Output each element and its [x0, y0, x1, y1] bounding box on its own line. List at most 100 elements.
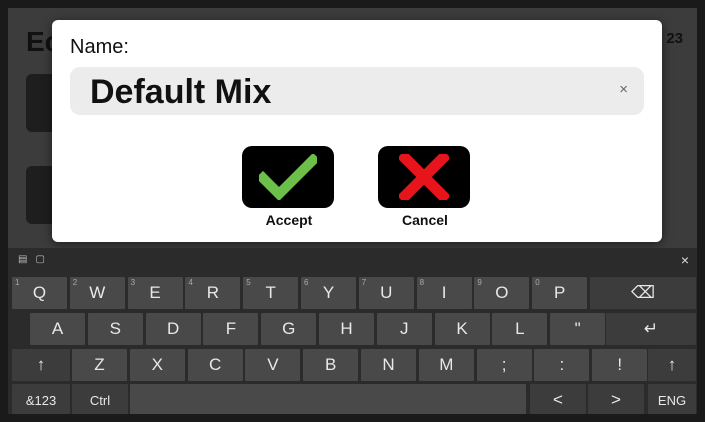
shift-right-key[interactable]: ↑ — [648, 349, 696, 381]
key[interactable]: " — [550, 313, 606, 345]
key[interactable]: T5 — [243, 277, 299, 309]
key-label: B — [325, 355, 337, 374]
key-label: R — [206, 283, 220, 302]
key-label: U — [380, 283, 393, 302]
key[interactable]: L — [492, 313, 548, 345]
keyboard-toolbar: ▤ ▢ — [18, 254, 45, 265]
key[interactable]: U7 — [358, 277, 414, 309]
key[interactable]: P0 — [532, 277, 588, 309]
key[interactable]: J — [376, 313, 432, 345]
name-label: Name: — [70, 36, 129, 58]
enter-key[interactable]: ↵ — [606, 313, 696, 345]
key-hint: 6 — [304, 278, 309, 287]
key-label: E — [149, 283, 161, 302]
key-label: C — [208, 355, 222, 374]
key[interactable]: R4 — [185, 277, 241, 309]
cancel-label: Cancel — [402, 212, 448, 228]
accept-label: Accept — [265, 212, 313, 228]
key-label: Q — [32, 283, 47, 302]
name-input[interactable] — [90, 73, 590, 112]
key[interactable]: : — [534, 349, 590, 381]
symbols-key[interactable]: &123 — [12, 384, 70, 414]
key-label: V — [267, 355, 279, 374]
key-hint: 8 — [419, 278, 425, 287]
cancel-icon-box[interactable] — [378, 146, 470, 208]
key[interactable]: S — [87, 313, 143, 345]
key[interactable]: ; — [476, 349, 532, 381]
cancel-button[interactable]: Cancel — [378, 146, 472, 228]
key-label: G — [282, 319, 296, 338]
key[interactable]: Y6 — [301, 277, 356, 309]
key[interactable]: O9 — [474, 277, 530, 309]
space-key[interactable] — [130, 384, 526, 414]
key-label: X — [151, 355, 163, 374]
key[interactable]: Z — [72, 349, 127, 381]
right-arrow-key[interactable]: > — [588, 384, 644, 414]
key[interactable]: ! — [592, 349, 648, 381]
key-hint: 0 — [535, 278, 540, 287]
key[interactable]: N — [361, 349, 416, 381]
key-label: K — [456, 319, 468, 338]
key-label: W — [89, 283, 106, 302]
accept-button[interactable]: Accept — [242, 146, 336, 228]
clear-icon[interactable]: × — [619, 81, 628, 98]
key-label: F — [225, 319, 237, 338]
background-corner-text: 23 — [666, 30, 683, 47]
key[interactable]: B — [303, 349, 359, 381]
key-label: N — [382, 355, 395, 374]
key[interactable]: C — [187, 349, 243, 381]
key[interactable]: K — [434, 313, 490, 345]
key[interactable]: Q1 — [12, 277, 67, 309]
key-hint: 1 — [15, 278, 20, 287]
language-key[interactable]: ENG — [648, 384, 696, 414]
key[interactable]: A — [30, 313, 85, 345]
left-arrow-key[interactable]: < — [530, 384, 586, 414]
key-label: S — [109, 319, 121, 338]
key[interactable]: H — [319, 313, 374, 345]
key-label: H — [340, 319, 353, 338]
key-label: I — [441, 283, 447, 302]
clipboard-icon[interactable]: ▢ — [35, 254, 44, 265]
key[interactable]: V — [245, 349, 301, 381]
shift-left-key[interactable]: ↑ — [12, 349, 70, 381]
key[interactable]: F — [203, 313, 259, 345]
key-hint: 4 — [188, 278, 193, 287]
key-hint: 7 — [361, 278, 367, 287]
screen: Ec 23 Name: × Accept Cancel — [8, 8, 697, 414]
key-label: J — [400, 319, 409, 338]
key-label: Y — [322, 283, 335, 302]
key-label: ! — [617, 355, 623, 374]
key[interactable]: M — [418, 349, 474, 381]
name-field[interactable]: × — [70, 67, 644, 115]
ctrl-key[interactable]: Ctrl — [72, 384, 128, 414]
keyboard-settings-icon[interactable]: ▤ — [18, 254, 27, 265]
key-hint: 9 — [477, 278, 482, 287]
key-label: : — [559, 355, 565, 374]
key[interactable]: E3 — [127, 277, 183, 309]
key-label: " — [574, 319, 581, 338]
key-label: T — [265, 283, 276, 302]
checkmark-icon — [259, 154, 317, 200]
backspace-key[interactable]: ⌫ — [590, 277, 696, 309]
key[interactable]: W2 — [69, 277, 125, 309]
key[interactable]: G — [261, 313, 317, 345]
key[interactable]: D — [145, 313, 201, 345]
key-label: P — [554, 283, 566, 302]
key[interactable]: I8 — [416, 277, 472, 309]
key-label: A — [51, 319, 64, 338]
key-hint: 3 — [130, 278, 136, 287]
key-label: M — [439, 355, 454, 374]
key-hint: 5 — [246, 278, 251, 287]
x-mark-icon — [399, 154, 449, 200]
accept-icon-box[interactable] — [242, 146, 334, 208]
key-label: L — [515, 319, 525, 338]
keyboard-close-icon[interactable]: × — [681, 252, 689, 268]
key-label: O — [495, 283, 509, 302]
name-dialog: Name: × Accept Cancel — [52, 20, 662, 242]
key-label: D — [166, 319, 180, 338]
key-hint: 2 — [72, 278, 78, 287]
key-label: ; — [501, 355, 507, 374]
key[interactable]: X — [129, 349, 185, 381]
key-label: Z — [94, 355, 105, 374]
on-screen-keyboard: ▤ ▢ × Q1W2E3R4T5Y6U7I8O9P0 ⌫ A S D F G H J K L " … — [8, 248, 697, 414]
